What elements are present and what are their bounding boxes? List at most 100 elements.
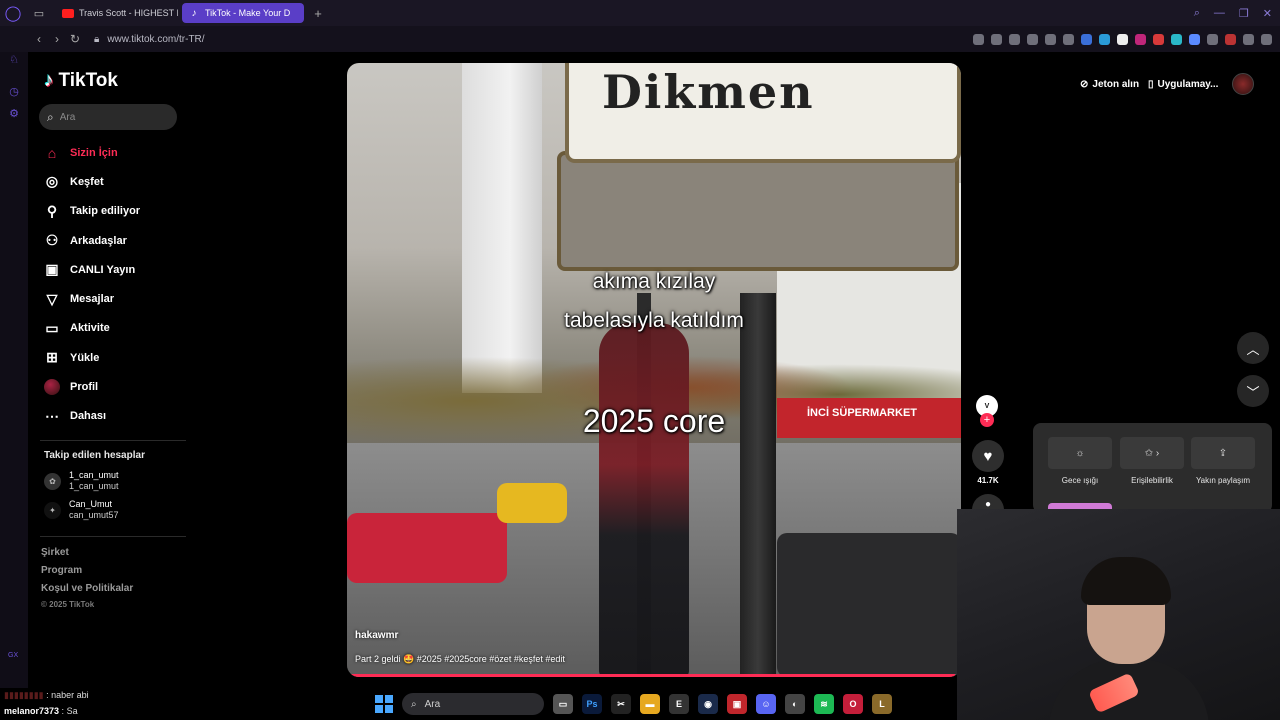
new-tab-button[interactable]: + [308,3,328,23]
sidebar-item-profile[interactable]: Profil [42,372,140,401]
tab-youtube[interactable]: Travis Scott - HIGHEST IN [56,3,178,23]
account-name: 1_can_umut [69,470,119,480]
search-input[interactable] [59,111,160,123]
opera-gx-icon[interactable]: O [843,694,863,714]
accessibility-toggle[interactable]: ✩ › [1120,437,1184,469]
extension-icon[interactable] [1117,33,1128,45]
url-field[interactable]: 🔒︎ www.tiktok.com/tr-TR/ [94,34,205,45]
sidebar-item-more[interactable]: ⋯ Dahası [42,402,140,431]
footer-link-program[interactable]: Program [41,565,82,576]
forward-button[interactable]: › [48,26,66,52]
footer-link-terms[interactable]: Koşul ve Politikalar [41,583,133,594]
sidebar-item-messages[interactable]: ▽ Mesajlar [42,284,140,313]
league-icon[interactable]: L [872,694,892,714]
maximize-button[interactable]: ❐ [1239,7,1249,20]
extension-icon[interactable] [1045,33,1056,45]
video-player[interactable]: İNCİ SÜPERMARKET Dikmen akıma kızılay ta… [347,63,961,677]
tab-tiktok[interactable]: ♪ TikTok - Make Your D [182,3,304,23]
account-username: can_umut57 [69,510,119,520]
taskbar-search-label: Ara [424,698,441,710]
avatar: ✿ [44,472,61,490]
footer-link-company[interactable]: Şirket [41,547,69,558]
sidebar-item-activity[interactable]: ▭ Aktivite [42,314,140,343]
get-app-label: Uygulamay... [1157,78,1219,90]
tab-label: Travis Scott - HIGHEST IN [79,8,178,18]
history-icon[interactable]: ◷ [7,84,21,98]
back-button[interactable]: ‹ [30,26,48,52]
get-app-button[interactable]: ▯ Uygulamay... [1148,75,1218,93]
video-author[interactable]: hakawmr [355,630,398,641]
sidebar-item-live[interactable]: ▣ CANLI Yayın [42,255,140,284]
get-coins-button[interactable]: ⊘ Jeton alın [1080,75,1139,93]
tab-overview-icon[interactable]: ▭ [26,0,52,26]
extension-icon[interactable] [1171,33,1182,45]
follow-plus-button[interactable]: + [980,413,994,427]
next-video-button[interactable]: ﹀ [1237,375,1269,407]
video-pole [740,293,776,677]
sidebar-item-label: Arkadaşlar [70,234,127,247]
video-car [497,483,567,523]
close-button[interactable]: ✕ [1263,7,1272,20]
extension-icon[interactable] [1099,33,1110,45]
home-icon: ⌂ [47,144,57,161]
sidebar-item-for-you[interactable]: ⌂ Sizin İçin [42,138,140,167]
app-icon[interactable]: ▣ [727,694,747,714]
quick-settings-panel: ☼ ✩ › ⇪ Gece ışığı Erişilebilirlik Yakın… [1033,423,1272,513]
sidebar-item-explore[interactable]: ◎ Keşfet [42,167,140,196]
following-title: Takip edilen hesaplar [44,450,145,461]
window-controls: ⌕ — ❐ ✕ [1194,0,1272,26]
taskbar: ⌕ Ara ▭ Ps ✂ ▬ E ◉ ▣ ☺ ◐ ≋ O L [375,690,892,718]
comment-button[interactable]: ● [972,494,1004,510]
reload-button[interactable]: ↻ [66,26,84,52]
extension-icon[interactable] [1207,33,1218,45]
extension-icon[interactable] [991,33,1002,45]
spotify-icon[interactable]: ≋ [814,694,834,714]
followed-account[interactable]: ✿ 1_can_umut 1_can_umut [44,470,119,492]
file-explorer-icon[interactable]: ▬ [640,694,660,714]
extension-icon[interactable] [973,33,984,45]
photoshop-icon[interactable]: Ps [582,694,602,714]
sidebar-item-following[interactable]: ⚲ Takip ediliyor [42,197,140,226]
taskbar-search[interactable]: ⌕ Ara [402,693,544,715]
download-icon[interactable] [1243,33,1254,45]
opera-gx-logo-icon[interactable]: ◯ [0,0,26,26]
send-icon: ▽ [46,290,58,307]
search-box[interactable]: ⌕ [39,104,177,130]
epic-games-icon[interactable]: E [669,694,689,714]
extension-icon[interactable] [1063,33,1074,45]
minimize-button[interactable]: — [1214,7,1225,19]
extension-icon[interactable] [1225,33,1236,45]
settings-icon[interactable]: ⚙ [7,106,21,120]
sidebar-item-friends[interactable]: ⚇ Arkadaşlar [42,226,140,255]
previous-video-button[interactable]: ︿ [1237,332,1269,364]
menu-label: Gece ışığı [1061,476,1099,485]
like-button[interactable]: ♥ [972,440,1004,472]
divider [40,440,186,441]
extension-icon[interactable] [1081,33,1092,45]
discord-icon[interactable]: ☺ [756,694,776,714]
extension-icon[interactable] [1153,33,1164,45]
compass-icon: ◎ [45,173,59,190]
nearby-share-toggle[interactable]: ⇪ [1191,437,1255,469]
obs-icon[interactable]: ◐ [785,694,805,714]
windows-start-icon[interactable] [375,695,393,713]
followed-account[interactable]: ✦ Can_Umut can_umut57 [44,499,119,521]
gx-control-icon[interactable]: ♘ [7,52,21,66]
stream-chat: ▮▮▮▮▮▮▮▮ : naber abi melanor7373 : Sa [0,688,380,720]
extension-icon[interactable] [1135,33,1146,45]
extension-icon[interactable] [1189,33,1200,45]
capcut-icon[interactable]: ✂ [611,694,631,714]
extension-icon[interactable] [1027,33,1038,45]
extension-icon[interactable] [1009,33,1020,45]
search-tabs-icon[interactable]: ⌕ [1194,7,1200,20]
video-progress-bar[interactable] [347,674,961,677]
user-avatar[interactable] [1232,73,1254,95]
task-view-icon[interactable]: ▭ [553,694,573,714]
sidebar-item-upload[interactable]: ⊞ Yükle [42,343,140,372]
menu-icon[interactable] [1261,33,1272,45]
tiktok-logo[interactable]: ♪ TikTok [44,70,118,92]
night-light-toggle[interactable]: ☼ [1048,437,1112,469]
sidebar-nav: ⌂ Sizin İçin ◎ Keşfet ⚲ Takip ediliyor ⚇… [42,138,140,431]
steam-icon[interactable]: ◉ [698,694,718,714]
divider [40,536,186,537]
